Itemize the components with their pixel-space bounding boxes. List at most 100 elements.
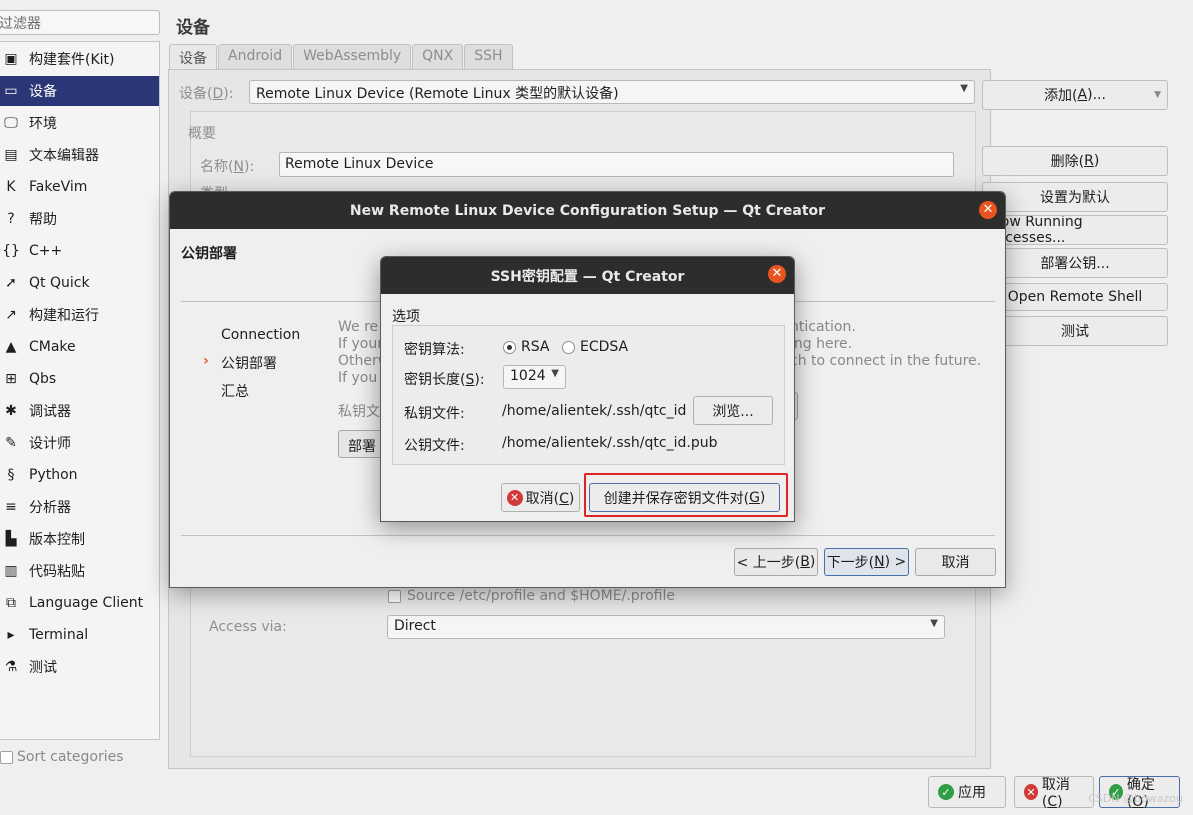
back-button[interactable]: < 上一步(B) [734, 548, 818, 576]
close-icon[interactable]: ✕ [768, 265, 786, 283]
tab-4[interactable]: SSH [464, 44, 513, 70]
sidebar-item-14[interactable]: ≡ 分析器 [0, 492, 159, 522]
monitor-icon: 🖵 [4, 115, 18, 131]
sidebar-item-label: Qbs [29, 371, 57, 387]
wizard-cancel-button[interactable]: 取消 [915, 548, 996, 576]
cmake-icon: ▲ [5, 339, 17, 355]
sidebar-item-5[interactable]: ? 帮助 [0, 204, 159, 234]
key-length-select[interactable]: 1024 ▼ [503, 365, 566, 389]
sidebar-item-12[interactable]: ✎ 设计师 [0, 428, 159, 458]
ssh-dialog-titlebar: SSH密钥配置 — Qt Creator [381, 257, 794, 294]
tab-1[interactable]: Android [218, 44, 293, 70]
device-label: 设备(D): [179, 86, 234, 102]
sidebar-item-label: 分析器 [29, 500, 71, 516]
browse-button[interactable]: 浏览... [693, 396, 773, 425]
sidebar-item-label: Terminal [29, 627, 89, 643]
sidebar-item-4[interactable]: K FakeVim [0, 172, 159, 202]
category-sidebar: ▣ 构建套件(Kit) ▭ 设备 🖵 环境 ▤ 文本编辑器 K FakeVim? 帮助 {} C++ ➚ Q… [0, 41, 160, 740]
qtquick-icon: ➚ [5, 275, 17, 291]
cancel-button[interactable]: ✕ 取消(C) [1014, 776, 1094, 810]
ssh-dialog-title: SSH密钥配置 — Qt Creator [490, 268, 685, 285]
sidebar-item-6[interactable]: {} C++ [0, 236, 159, 266]
sidebar-item-16[interactable]: ▥ 代码粘贴 [0, 556, 159, 586]
open-remote-shell-button[interactable]: Open Remote Shell [982, 283, 1168, 311]
sidebar-item-0[interactable]: ▣ 构建套件(Kit) [0, 44, 159, 74]
sidebar-item-label: Qt Quick [29, 275, 90, 291]
sidebar-item-label: 帮助 [29, 212, 57, 228]
help-icon: ? [7, 211, 15, 227]
fakevim-icon: K [6, 179, 16, 195]
dropdown-arrow-icon: ▼ [551, 368, 559, 379]
key-length-label: 密钥长度(S): [404, 372, 485, 388]
sidebar-item-label: 代码粘贴 [29, 564, 85, 580]
cancel-x-icon: ✕ [1024, 784, 1038, 800]
sidebar-item-label: CMake [29, 339, 76, 355]
sidebar-item-9[interactable]: ▲ CMake [0, 332, 159, 362]
cpp-icon: {} [2, 243, 20, 259]
tab-3[interactable]: QNX [412, 44, 464, 70]
add-device-button[interactable]: 添加(A)... ▼ [982, 80, 1168, 110]
next-button[interactable]: 下一步(N) > [824, 548, 909, 576]
access-via-label: Access via: [209, 619, 287, 635]
current-step-arrow-icon: › [203, 353, 209, 369]
sidebar-item-19[interactable]: ⚗ 测试 [0, 652, 159, 682]
set-default-button[interactable]: 设置为默认 [982, 182, 1168, 212]
source-profile-checkbox[interactable]: Source /etc/profile and $HOME/.profile [388, 588, 675, 604]
build-run-icon: ↗ [5, 307, 17, 323]
sidebar-item-7[interactable]: ➚ Qt Quick [0, 268, 159, 298]
sort-categories-label: Sort categories [17, 749, 124, 765]
sidebar-item-3[interactable]: ▤ 文本编辑器 [0, 140, 159, 170]
rsa-radio[interactable]: RSA [503, 339, 549, 355]
ssh-cancel-button[interactable]: ✕ 取消(C) [501, 483, 580, 512]
deploy-key-button[interactable]: 部署 [338, 430, 383, 458]
radio-unchecked-icon[interactable] [562, 340, 575, 354]
public-key-file-label: 公钥文件: [404, 438, 465, 454]
private-key-label: 私钥文 [338, 404, 380, 420]
sort-categories-checkbox[interactable]: Sort categories [0, 749, 124, 765]
sidebar-item-10[interactable]: ⊞ Qbs [0, 364, 159, 394]
checkbox-box[interactable] [388, 589, 401, 603]
check-icon: ✓ [938, 784, 954, 800]
sidebar-item-13[interactable]: § Python [0, 460, 159, 490]
wizard-description-right: ntication. ing here. ch to connect in th… [790, 319, 982, 369]
wizard-page-title: 公钥部署 [181, 246, 237, 262]
test-icon: ⚗ [4, 659, 18, 675]
device-select[interactable]: Remote Linux Device (Remote Linux 类型的默认设… [249, 80, 975, 104]
sidebar-item-label: 构建套件(Kit) [29, 52, 115, 68]
filter-input[interactable]: 过滤器 [0, 10, 160, 35]
tab-0[interactable]: 设备 [169, 44, 217, 70]
access-via-select[interactable]: Direct ▼ [387, 615, 945, 639]
close-icon[interactable]: ✕ [979, 201, 997, 219]
checkbox-box[interactable] [0, 750, 13, 764]
sidebar-item-label: FakeVim [29, 179, 88, 195]
type-label: 类型 [200, 183, 228, 191]
sidebar-item-11[interactable]: ✱ 调试器 [0, 396, 159, 426]
overview-title: 概要 [188, 126, 216, 142]
ecdsa-radio[interactable]: ECDSA [562, 339, 628, 355]
show-running-processes-button[interactable]: Show Running Processes... [982, 215, 1168, 245]
sidebar-item-15[interactable]: ▙ 版本控制 [0, 524, 159, 554]
private-key-file-label: 私钥文件: [404, 406, 465, 422]
tab-2[interactable]: WebAssembly [293, 44, 412, 70]
test-device-button[interactable]: 测试 [982, 316, 1168, 346]
key-length-value: 1024 [510, 368, 546, 384]
radio-checked-icon[interactable] [503, 340, 516, 354]
sidebar-item-label: 调试器 [29, 404, 71, 420]
sidebar-item-label: 环境 [29, 116, 57, 132]
sidebar-item-label: Language Client [29, 595, 144, 611]
apply-button[interactable]: ✓ 应用 [928, 776, 1006, 808]
sidebar-item-18[interactable]: ▸ Terminal [0, 620, 159, 650]
sidebar-item-1[interactable]: ▭ 设备 [0, 76, 159, 106]
kit-icon: ▣ [4, 51, 18, 67]
sidebar-item-8[interactable]: ↗ 构建和运行 [0, 300, 159, 330]
step-connection: Connection [221, 327, 301, 343]
sidebar-item-17[interactable]: ⧉ Language Client [0, 588, 159, 618]
dropdown-arrow-icon: ▼ [1154, 90, 1161, 100]
deploy-public-key-button[interactable]: 部署公钥... [982, 248, 1168, 278]
debugger-bug-icon: ✱ [5, 403, 17, 419]
step-key-deploy: 公钥部署 [221, 356, 277, 372]
sidebar-item-2[interactable]: 🖵 环境 [0, 108, 159, 138]
device-name-field[interactable]: Remote Linux Device [279, 152, 954, 177]
remove-device-button[interactable]: 删除(R) [982, 146, 1168, 176]
algorithm-label: 密钥算法: [404, 342, 465, 358]
